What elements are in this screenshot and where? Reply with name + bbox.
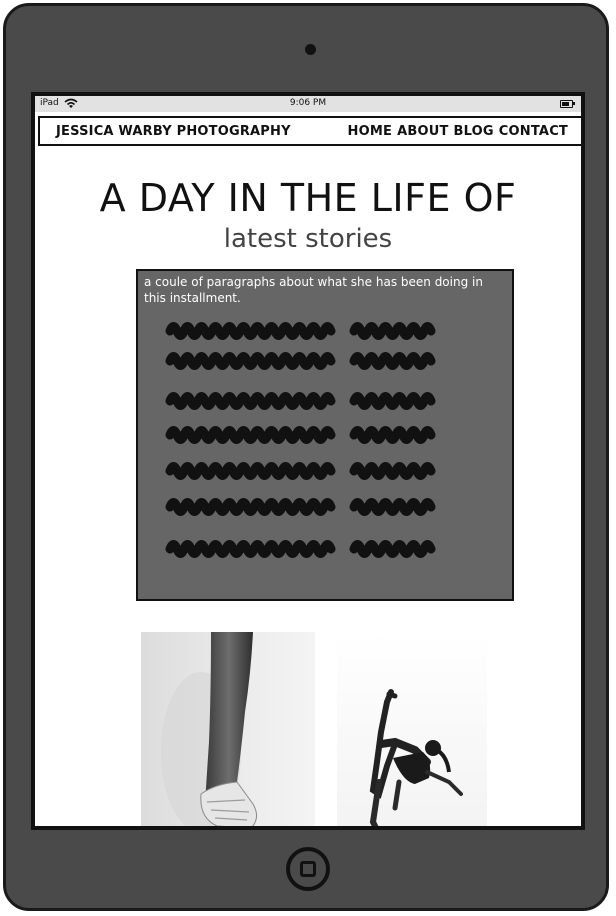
- top-navbar: JESSICA WARBY PHOTOGRAPHY HOME ABOUT BLO…: [38, 116, 581, 146]
- battery-tip: [573, 102, 575, 105]
- nav-link-blog[interactable]: BLOG: [454, 124, 494, 139]
- home-button[interactable]: [286, 847, 330, 891]
- scribble-line: [349, 322, 436, 340]
- scribble-text-placeholder: [165, 322, 436, 558]
- screen: iPad 9:06 PM JESSICA WARBY PHOTOGRAPHY H…: [31, 92, 585, 830]
- nav-links: HOME ABOUT BLOG CONTACT: [348, 124, 568, 139]
- scribble-line: [165, 540, 336, 558]
- scribble-line: [165, 352, 336, 370]
- status-time: 9:06 PM: [289, 98, 327, 108]
- scribble-line: [165, 462, 336, 480]
- scribble-line: [349, 540, 436, 558]
- home-button-icon: [300, 861, 316, 877]
- scribble-line: [165, 322, 336, 340]
- ballet-leg-photo: [141, 632, 315, 826]
- scribble-line: [349, 392, 436, 410]
- nav-link-about[interactable]: ABOUT: [397, 124, 448, 139]
- dancer-kick-photo: [337, 632, 487, 826]
- ipad-frame: iPad 9:06 PM JESSICA WARBY PHOTOGRAPHY H…: [3, 3, 609, 911]
- page-title: A DAY IN THE LIFE OF: [99, 176, 517, 220]
- scribble-line: [165, 426, 336, 444]
- site-brand[interactable]: JESSICA WARBY PHOTOGRAPHY: [56, 124, 291, 139]
- scribble-line: [165, 392, 336, 410]
- nav-link-contact[interactable]: CONTACT: [499, 124, 568, 139]
- story-box: a coule of paragraphs about what she has…: [136, 269, 514, 601]
- nav-link-home[interactable]: HOME: [348, 124, 393, 139]
- status-bar: iPad 9:06 PM: [35, 96, 581, 112]
- scribble-line: [349, 426, 436, 444]
- scribble-line: [349, 462, 436, 480]
- scribble-line: [165, 498, 336, 516]
- page-subtitle: latest stories: [223, 224, 393, 254]
- camera-icon: [305, 44, 316, 55]
- scribble-line: [349, 352, 436, 370]
- scribble-line: [349, 498, 436, 516]
- battery-icon: [560, 100, 573, 108]
